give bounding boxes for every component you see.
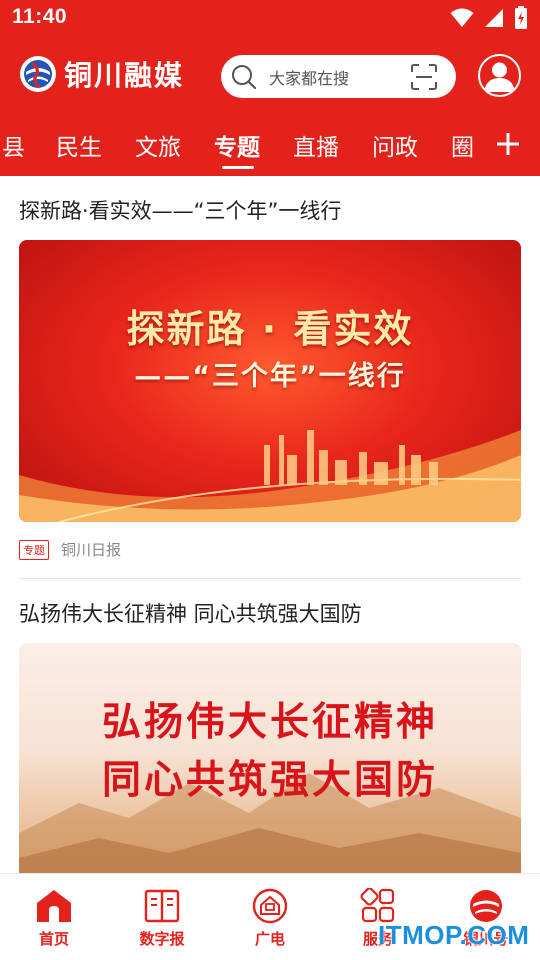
topic-tag: 专题 — [19, 539, 49, 560]
grid-icon — [360, 888, 395, 923]
user-icon — [484, 62, 515, 92]
header: 11:40 铜川融媒 大家都在搜 县 民生 文旅 专题 直播 问政 圈 — [0, 0, 540, 176]
article-banner-image[interactable]: 探新路 · 看实效 ——“三个年”一线行 — [19, 240, 521, 522]
banner-headline: 探新路 · 看实效 — [126, 307, 414, 351]
book-icon — [144, 889, 180, 923]
nav-home[interactable]: 首页 — [0, 874, 108, 960]
article-source: 铜川日报 — [61, 541, 122, 559]
scan-icon[interactable] — [410, 63, 438, 91]
nav-broadcast[interactable]: 广电 — [216, 874, 324, 960]
search-icon — [232, 64, 257, 89]
app-screen: 11:40 铜川融媒 大家都在搜 县 民生 文旅 专题 直播 问政 圈 探新路·… — [0, 0, 540, 960]
banner-subheadline: ——“三个年”一线行 — [134, 361, 406, 392]
status-bar: 11:40 — [0, 0, 540, 36]
article-banner-image[interactable]: 弘扬伟大长征精神 同心共筑强大国防 — [19, 643, 521, 873]
banner-subheadline: 同心共筑强大国防 — [101, 758, 438, 803]
app-logo[interactable]: 铜川融媒 — [18, 54, 184, 94]
tab-livelihood[interactable]: 民生 — [56, 128, 102, 162]
nav-digital-paper[interactable]: 数字报 — [108, 874, 216, 960]
user-avatar[interactable] — [478, 54, 521, 97]
search-placeholder: 大家都在搜 — [269, 68, 350, 88]
app-name: 铜川融媒 — [64, 59, 185, 92]
status-time: 11:40 — [12, 5, 68, 28]
app-bar: 铜川融媒 大家都在搜 — [0, 44, 540, 108]
tab-governance-qa[interactable]: 问政 — [372, 128, 418, 162]
banner-headline: 弘扬伟大长征精神 — [101, 700, 438, 745]
tab-special-topic[interactable]: 专题 — [214, 128, 260, 162]
tab-culture-tourism[interactable]: 文旅 — [135, 128, 181, 162]
active-tab-indicator — [222, 166, 254, 169]
nav-label: 首页 — [38, 930, 69, 948]
news-feed: 探新路·看实效——“三个年”一线行 探新路 · 看实效 ——“三个年”一线行 专… — [0, 176, 540, 873]
tv-icon — [252, 888, 288, 924]
battery-icon — [515, 6, 527, 29]
home-icon — [37, 890, 71, 922]
wifi-icon — [450, 8, 474, 27]
search-bar[interactable]: 大家都在搜 — [221, 55, 456, 98]
article-title[interactable]: 探新路·看实效——“三个年”一线行 — [19, 195, 341, 225]
channel-tabs: 县 民生 文旅 专题 直播 问政 圈 — [0, 122, 540, 172]
tab-county[interactable]: 县 — [2, 128, 25, 162]
nav-label: 广电 — [254, 930, 285, 948]
tab-circle[interactable]: 圈 — [451, 128, 474, 162]
tab-live[interactable]: 直播 — [293, 128, 339, 162]
article-meta: 专题 铜川日报 — [19, 539, 121, 560]
site-watermark: ITMOP.COM — [378, 920, 530, 950]
cell-signal-icon — [485, 9, 503, 27]
add-channel-icon[interactable] — [494, 130, 522, 158]
nav-label: 数字报 — [139, 930, 185, 948]
article-title[interactable]: 弘扬伟大长征精神 同心共筑强大国防 — [19, 598, 362, 628]
feed-divider — [19, 578, 521, 579]
tongchuan-globe-logo-icon — [20, 56, 56, 92]
tongchuan-logo-icon — [470, 890, 502, 922]
